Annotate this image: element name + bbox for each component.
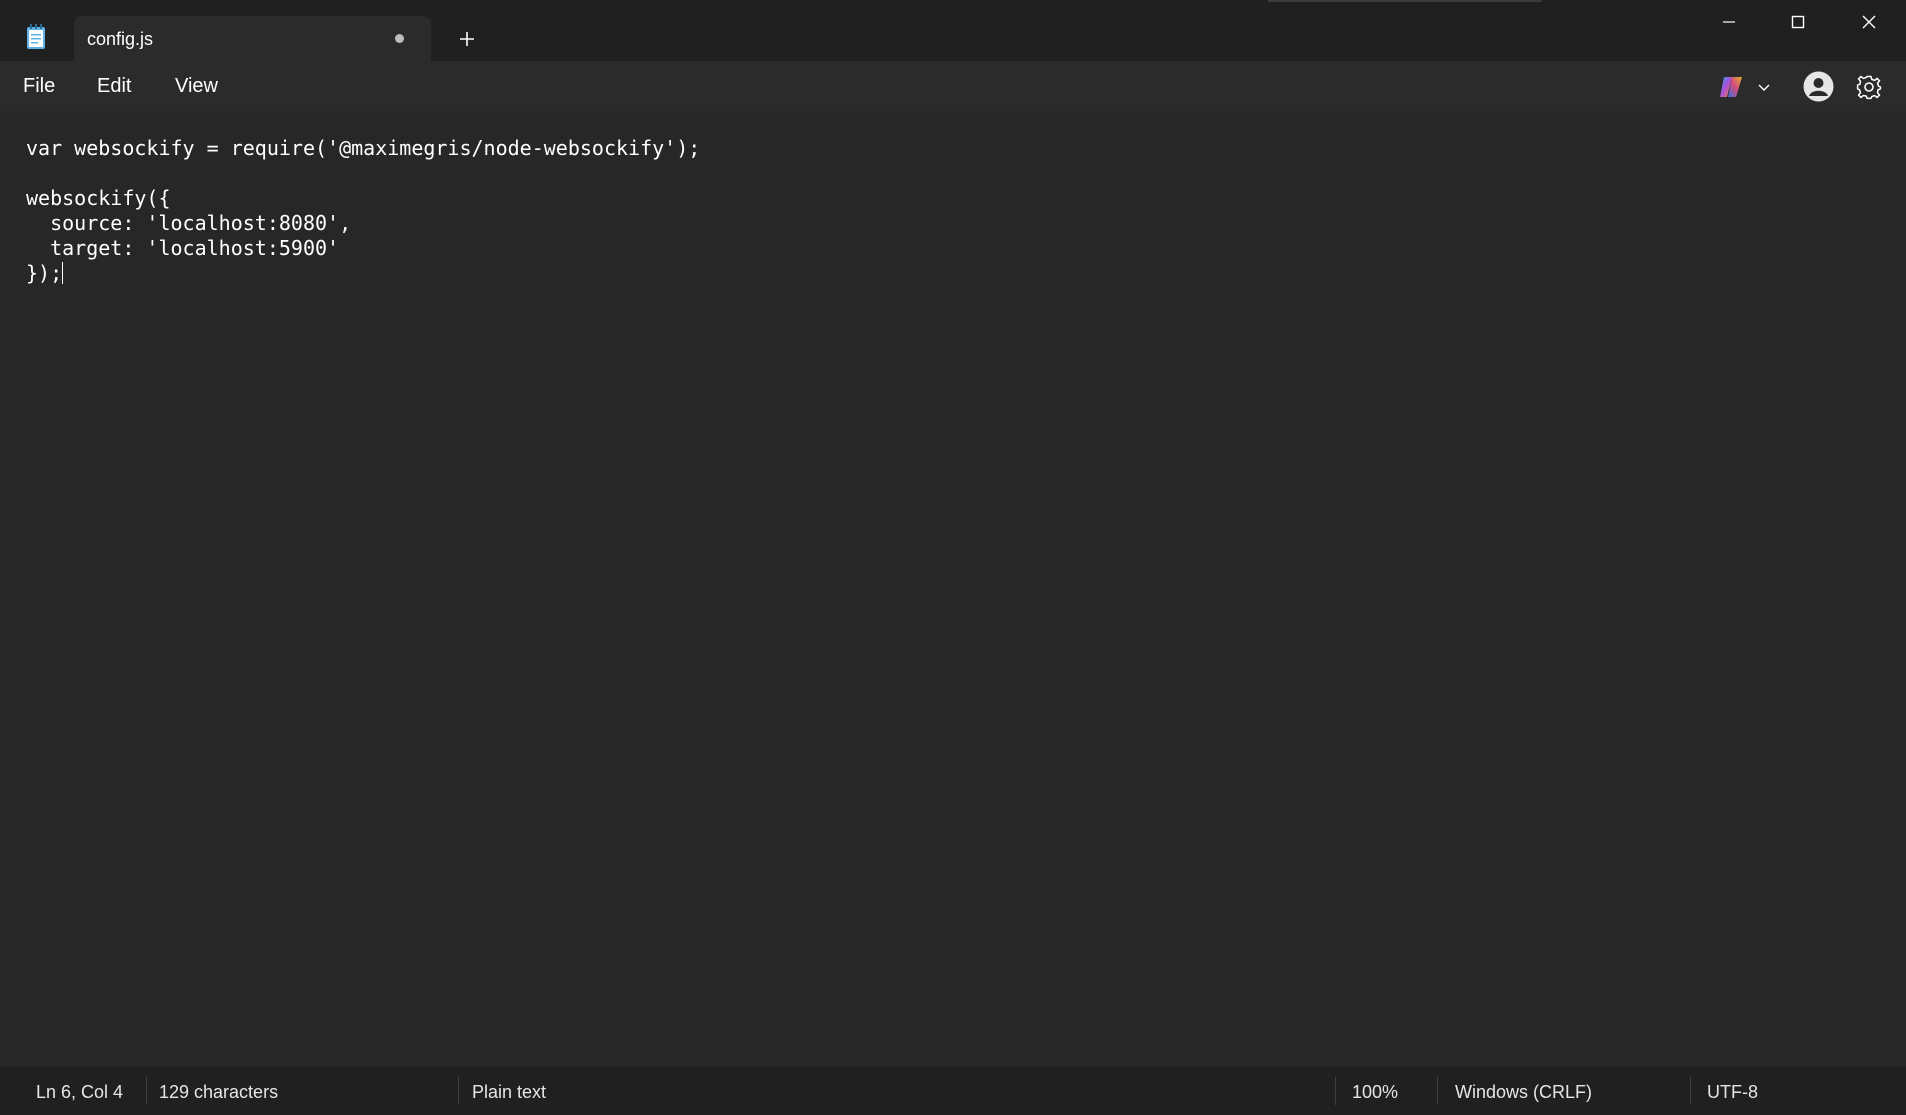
maximize-icon [1791,15,1805,29]
status-divider [1690,1077,1691,1105]
character-count: 129 characters [159,1082,279,1102]
tab-title: config.js [87,29,154,49]
close-button[interactable] [1835,0,1903,44]
code-line-1: var websockify = require('@maximegris/no… [26,136,701,160]
code-line-6: }); [26,261,63,285]
code-line-3: websockify({ [26,186,171,210]
encoding[interactable]: UTF-8 [1707,1082,1758,1103]
maximize-button[interactable] [1764,0,1832,44]
line-ending[interactable]: Windows (CRLF) [1455,1082,1592,1103]
code-line-5: target: 'localhost:5900' [26,236,340,260]
plus-icon [460,32,474,46]
new-tab-button[interactable] [452,24,482,54]
text-caret [62,262,64,284]
code-content[interactable]: var websockify = require('@maximegris/no… [26,136,700,286]
gear-icon[interactable] [1855,73,1883,101]
title-bar: config.js [0,0,1906,61]
chevron-down-icon[interactable] [1755,78,1773,96]
account-icon[interactable] [1803,71,1834,102]
menu-view[interactable]: View [175,75,218,98]
status-divider [146,1077,147,1105]
minimize-button[interactable] [1695,0,1763,44]
close-icon [1862,15,1876,29]
status-bar: Ln 6, Col 4 129 characters Plain text 10… [0,1067,1906,1115]
menu-file[interactable]: File [23,75,55,98]
language-mode[interactable]: Plain text [472,1082,546,1103]
code-line-4: source: 'localhost:8080', [26,211,352,235]
notepad-icon [27,24,45,49]
status-divider [458,1077,459,1105]
zoom-level[interactable]: 100% [1352,1082,1398,1103]
status-divider [1335,1077,1336,1105]
tab-config-js[interactable]: config.js [74,16,431,61]
unsaved-dot-icon[interactable] [395,34,404,43]
minimize-icon [1723,21,1735,23]
copilot-icon[interactable] [1718,75,1746,99]
cursor-position[interactable]: Ln 6, Col 4 [36,1082,123,1103]
menu-bar: File Edit View [0,61,1906,111]
title-bar-accent [1268,0,1542,2]
menu-edit[interactable]: Edit [97,75,131,98]
text-editor[interactable]: var websockify = require('@maximegris/no… [0,111,1906,1067]
status-divider [1437,1077,1438,1105]
